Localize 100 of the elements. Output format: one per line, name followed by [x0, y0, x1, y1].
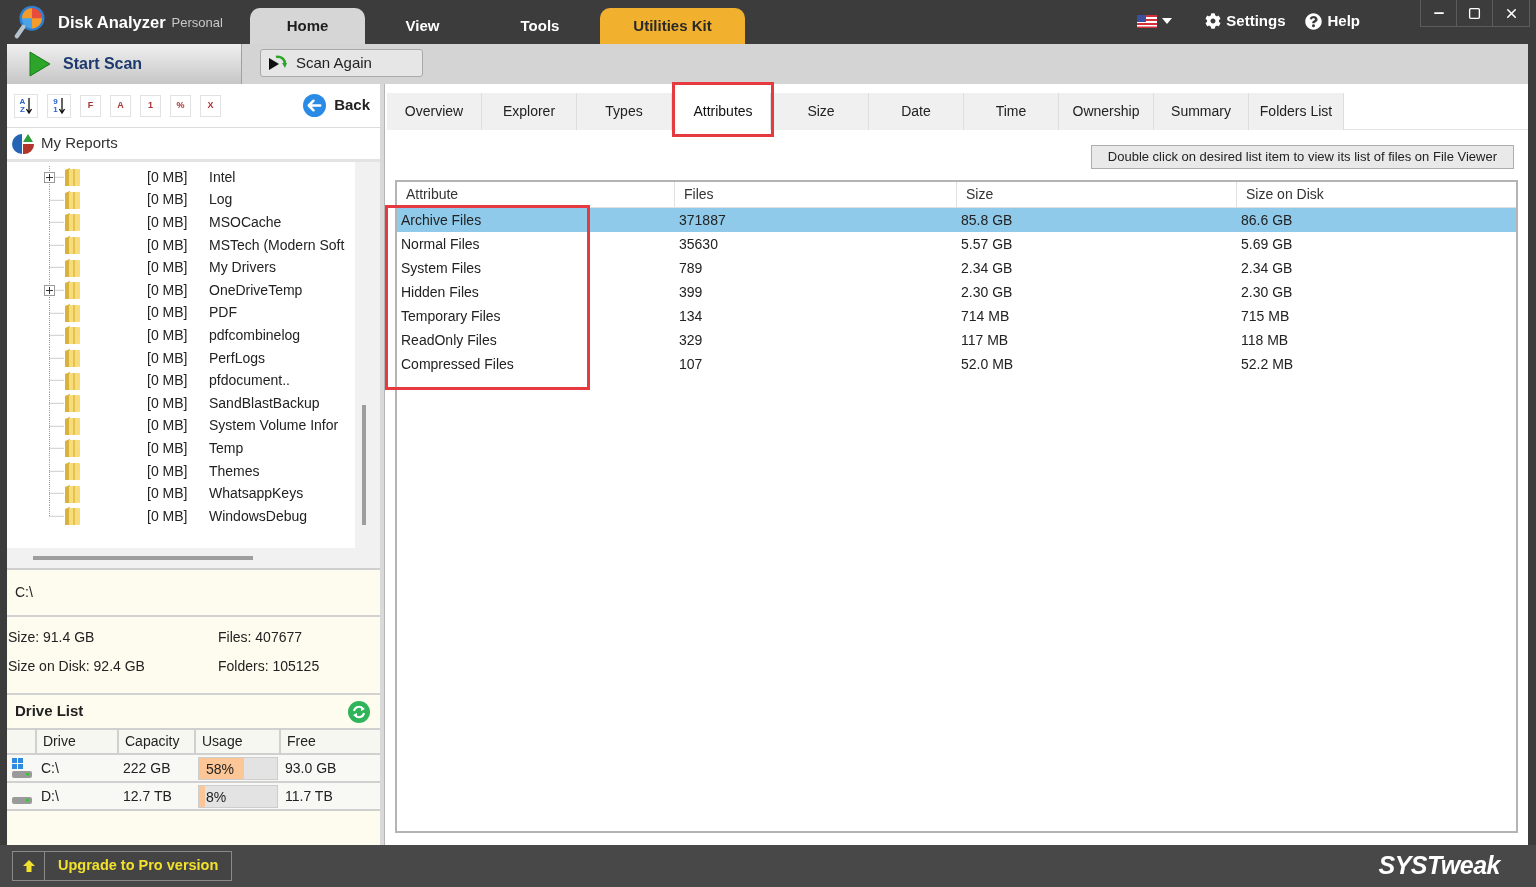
hint-button[interactable]: Double click on desired list item to view its list of files on File Viewer [1090, 145, 1514, 169]
folder-icon [64, 325, 81, 346]
folder-size: [0 MB] [147, 393, 189, 413]
menu-tab[interactable]: Home [250, 8, 365, 44]
play-icon [29, 51, 51, 77]
folder-icon [64, 167, 81, 188]
down-arrow-icon [58, 97, 65, 114]
filter-button[interactable]: A [110, 94, 131, 117]
scan-again-button[interactable]: Scan Again [260, 49, 423, 77]
column-header[interactable]: Usage [196, 730, 281, 753]
content-tab[interactable]: Explorer [482, 93, 577, 130]
column-header[interactable]: Free [281, 730, 380, 753]
folder-name[interactable]: SandBlastBackup [209, 392, 320, 414]
usage-percent: 8% [206, 788, 227, 807]
folder-name[interactable]: PDF [209, 302, 237, 324]
header-link[interactable]: Settings [1226, 9, 1286, 33]
reports-label[interactable]: My Reports [41, 132, 118, 155]
stat-text: Size on Disk: 92.4 GB [8, 657, 146, 676]
header-link[interactable]: Help [1327, 9, 1360, 33]
folder-size: [0 MB] [147, 280, 189, 300]
folder-name[interactable]: PerfLogs [209, 347, 266, 369]
folder-size: [0 MB] [147, 348, 189, 368]
refresh-icon[interactable] [348, 700, 370, 723]
column-header[interactable]: Size [957, 182, 1237, 207]
folder-name[interactable]: OneDriveTemp [209, 279, 303, 301]
content-tab[interactable]: Time [964, 93, 1059, 130]
menu-tab[interactable]: Utilities Kit [600, 8, 745, 44]
sort-button[interactable]: 9 1 [47, 93, 71, 118]
content-tab[interactable]: Types [577, 93, 672, 130]
settings-icon [1205, 13, 1222, 29]
folder-name[interactable]: MSOCache [209, 212, 282, 233]
sort-button[interactable]: A Z [14, 93, 38, 118]
expand-icon[interactable] [44, 172, 55, 183]
table-cell-text: Normal Files [400, 234, 481, 254]
caret-icon[interactable] [1162, 18, 1173, 24]
folder-icon [64, 370, 81, 391]
column-header[interactable]: Size on Disk [1237, 182, 1516, 207]
tree-connector [49, 188, 64, 212]
expand-icon[interactable] [44, 284, 55, 296]
folder-name[interactable]: Temp [209, 437, 244, 459]
menu-tab[interactable]: Tools [480, 8, 600, 44]
folder-size: [0 MB] [147, 235, 189, 255]
scrollbar-thumb[interactable] [33, 556, 253, 560]
content-tab[interactable]: Size [774, 93, 869, 130]
table-cell-text: 93.0 GB [284, 758, 338, 778]
column-header[interactable]: Capacity [119, 730, 196, 753]
table-cell-text: 2.34 GB [960, 258, 1014, 278]
column-header[interactable]: Files [675, 182, 957, 207]
folder-icon [64, 393, 81, 414]
column-header[interactable]: Attribute [397, 182, 675, 207]
content-tab[interactable]: Attributes [676, 93, 771, 130]
tree-connector [49, 233, 64, 257]
scrollbar-thumb[interactable] [362, 405, 366, 525]
table-cell-text: 329 [678, 330, 704, 350]
content-tab[interactable]: Overview [387, 93, 482, 130]
folder-icon [64, 235, 81, 256]
filter-button[interactable]: 1 [140, 94, 161, 117]
tree-connector [49, 301, 64, 325]
folder-name[interactable]: My Drivers [209, 257, 276, 279]
table-cell-text: 789 [678, 258, 704, 278]
back-button[interactable]: Back [303, 94, 370, 117]
maximize-icon [1468, 6, 1481, 20]
content-tab[interactable]: Ownership [1059, 93, 1154, 130]
filter-button[interactable]: % [170, 94, 191, 117]
table-cell-text: 371887 [678, 210, 727, 230]
content-tab[interactable]: Folders List [1249, 93, 1344, 130]
us-flag-icon[interactable] [1137, 14, 1158, 28]
menu-tab[interactable]: View [365, 8, 480, 44]
table-row[interactable]: Archive Files 371887 85.8 GB 86.6 GB [397, 208, 1516, 232]
column-header[interactable]: Drive [37, 730, 119, 753]
folder-name[interactable]: pdfcombinelog [209, 324, 301, 346]
folder-name[interactable]: WindowsDebug [209, 505, 308, 527]
down-arrow-icon [26, 97, 33, 114]
folder-icon [64, 280, 81, 301]
folder-name[interactable]: Intel [209, 166, 236, 188]
table-cell-text: 85.8 GB [960, 210, 1014, 230]
folder-name[interactable]: System Volume Infor [209, 415, 339, 437]
folder-name[interactable]: pfdocument.. [209, 370, 290, 392]
folder-icon [64, 302, 81, 323]
upgrade-button[interactable]: Upgrade to Pro version [12, 851, 233, 881]
folder-size: [0 MB] [147, 213, 189, 232]
table-cell-text: 118 MB [1240, 330, 1290, 350]
brand-logo: SYSTweak [1378, 850, 1500, 882]
start-scan-button[interactable]: Start Scan [7, 44, 242, 84]
folder-size: [0 MB] [147, 461, 189, 481]
help-icon [1305, 12, 1323, 30]
folder-name[interactable]: Log [209, 189, 233, 211]
content-tab[interactable]: Summary [1154, 93, 1249, 130]
content-tab[interactable]: Date [869, 93, 964, 130]
folder-icon [64, 257, 81, 278]
folder-name[interactable]: Themes [209, 460, 260, 482]
filter-button[interactable]: F [80, 94, 101, 117]
folder-size: [0 MB] [147, 484, 189, 504]
folder-name[interactable]: WhatsappKeys [209, 483, 304, 505]
filter-button[interactable]: X [200, 94, 221, 117]
folder-name[interactable]: MSTech (Modern Soft [209, 234, 345, 256]
table-cell-text: 5.69 GB [1240, 234, 1294, 254]
drive-icon [11, 796, 33, 805]
folder-size: [0 MB] [147, 325, 189, 345]
drive-list-title: Drive List [15, 701, 84, 722]
